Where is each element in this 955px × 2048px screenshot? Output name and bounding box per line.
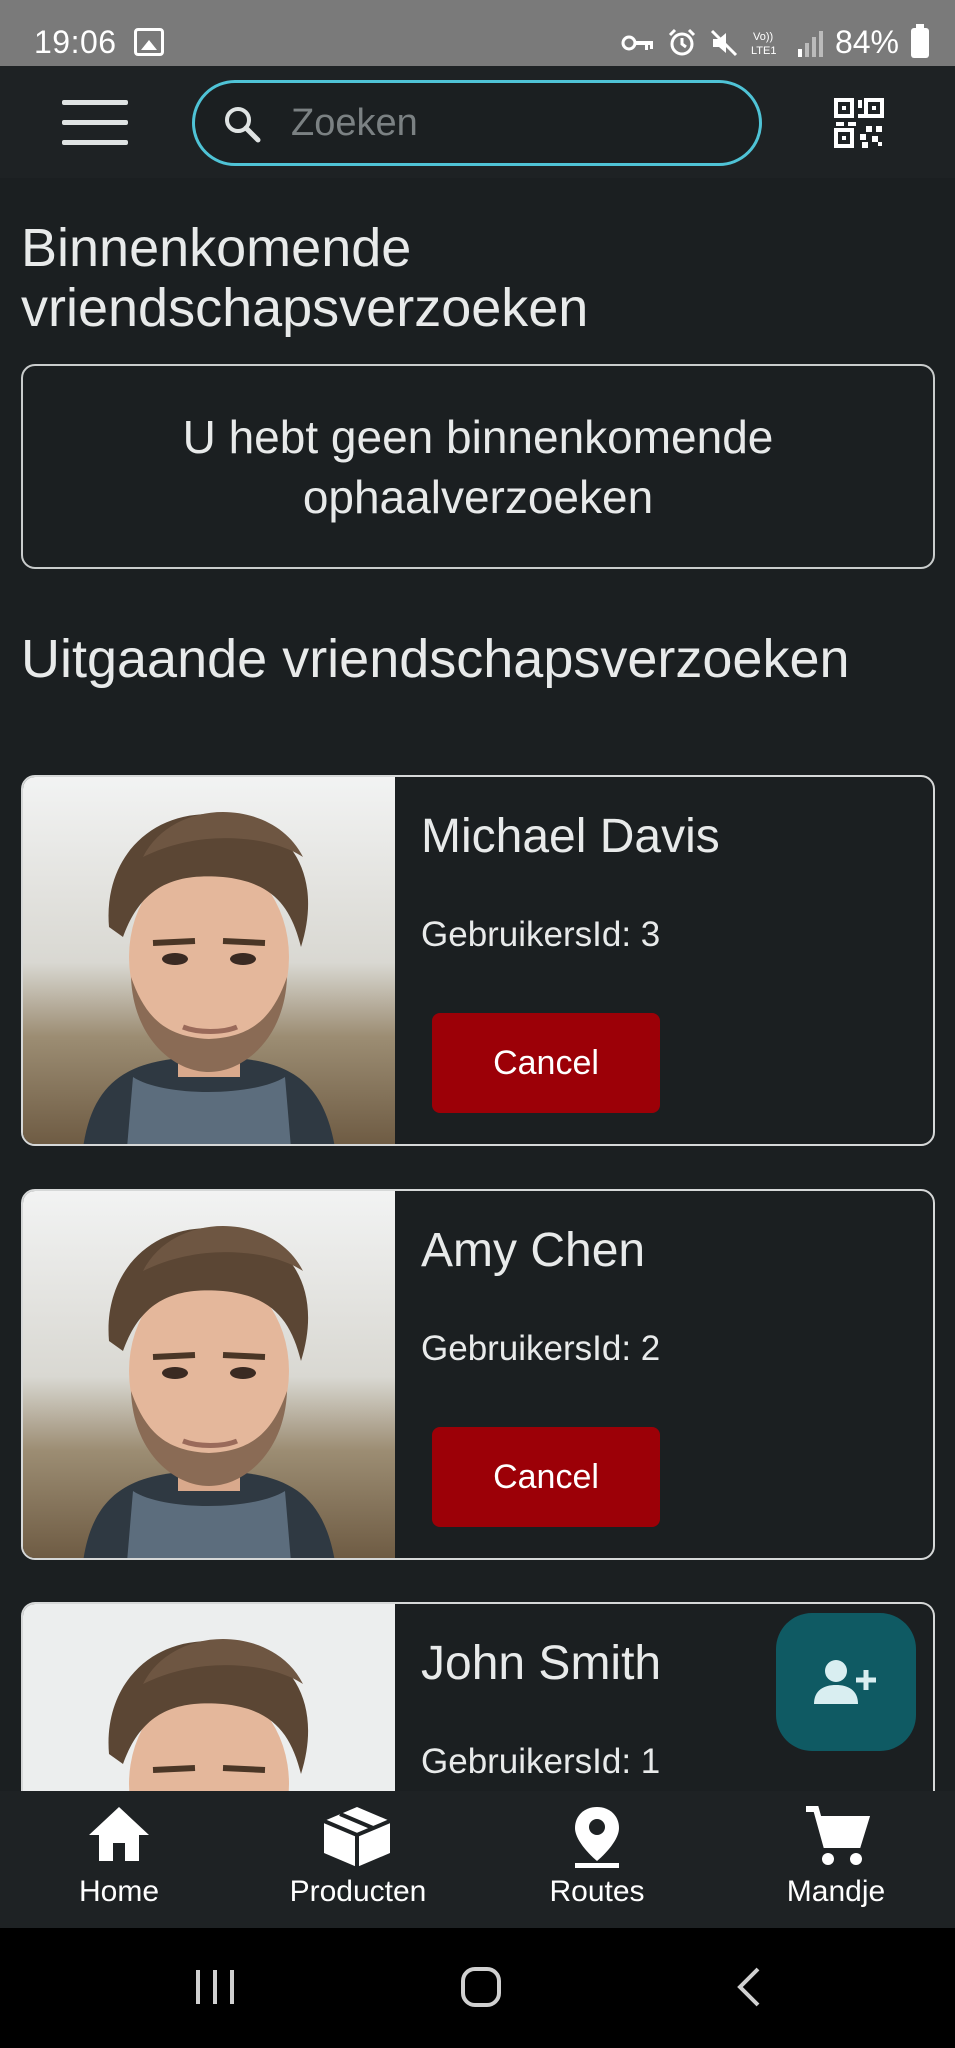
image-icon [134, 28, 164, 56]
svg-text:LTE1: LTE1 [751, 45, 776, 57]
home-button-icon[interactable] [460, 1966, 502, 2008]
incoming-empty-message: U hebt geen binnenkomende ophaalverzoeke… [21, 364, 935, 569]
back-icon[interactable] [734, 1966, 762, 2008]
nav-routes-label: Routes [549, 1875, 645, 1908]
battery-percentage: 84% [834, 24, 899, 60]
request-user-id: GebruikersId: 1 [421, 1742, 661, 1781]
qr-code-icon[interactable] [832, 96, 886, 150]
add-friend-fab[interactable] [776, 1613, 916, 1751]
nav-mandje-label: Mandje [786, 1875, 886, 1908]
nav-producten[interactable]: Producten [258, 1791, 458, 1928]
request-name: Amy Chen [421, 1224, 646, 1277]
location-pin-icon [575, 1807, 619, 1868]
bottom-nav: Home Producten Routes Mandje [0, 1791, 955, 1928]
nav-home-label: Home [78, 1875, 160, 1908]
recent-apps-icon[interactable] [194, 1968, 236, 2006]
request-card: Amy Chen GebruikersId: 2 Cancel [21, 1189, 935, 1560]
search-input[interactable] [291, 93, 731, 153]
cancel-button[interactable]: Cancel [432, 1013, 660, 1113]
nav-home[interactable]: Home [19, 1791, 219, 1928]
app-bar [0, 66, 955, 178]
outgoing-requests-title: Uitgaande vriendschapsverzoeken [21, 629, 850, 689]
avatar [23, 1191, 395, 1558]
nav-mandje[interactable]: Mandje [736, 1791, 936, 1928]
status-icons: Vo)) LTE1 84% [621, 23, 929, 61]
nav-routes[interactable]: Routes [497, 1791, 697, 1928]
status-time: 19:06 [34, 24, 117, 60]
avatar [23, 777, 395, 1144]
system-nav-bar [0, 1928, 955, 2048]
mute-icon [710, 29, 738, 56]
battery-icon [911, 23, 929, 58]
request-name: Michael Davis [421, 810, 720, 863]
svg-text:Vo)): Vo)) [753, 31, 773, 43]
request-user-id: GebruikersId: 3 [421, 915, 661, 954]
volte-icon: Vo)) LTE1 [751, 31, 776, 57]
request-name: John Smith [421, 1637, 662, 1690]
request-user-id: GebruikersId: 2 [421, 1329, 661, 1368]
incoming-requests-title: Binnenkomende vriendschapsverzoeken [21, 218, 589, 338]
status-bar: 19:06 Vo)) LTE1 84% [0, 0, 955, 66]
cart-icon [806, 1806, 870, 1865]
avatar [23, 1604, 395, 1802]
alarm-icon [668, 28, 696, 55]
request-card: Michael Davis GebruikersId: 3 Cancel [21, 775, 935, 1146]
nav-producten-label: Producten [289, 1875, 427, 1908]
search-bar[interactable] [192, 80, 762, 166]
signal-icon [797, 30, 823, 57]
add-person-icon [814, 1660, 876, 1704]
menu-icon[interactable] [62, 100, 128, 146]
search-icon [225, 107, 261, 143]
package-icon [323, 1807, 391, 1867]
vpn-key-icon [621, 35, 653, 50]
cancel-button[interactable]: Cancel [432, 1427, 660, 1527]
home-icon [89, 1807, 149, 1861]
